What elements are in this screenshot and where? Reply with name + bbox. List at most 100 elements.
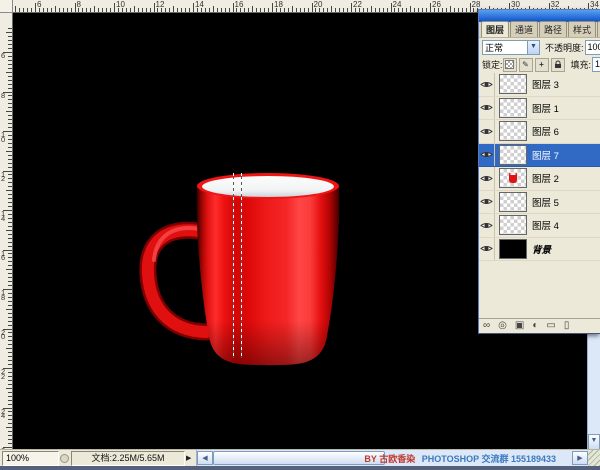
scroll-left-arrow-icon[interactable]: ◀	[197, 451, 213, 465]
layer-thumbnail[interactable]	[499, 192, 527, 212]
layer-thumbnail[interactable]	[499, 74, 527, 94]
ruler-tick	[296, 8, 297, 12]
layer-row[interactable]: 图层 7	[479, 144, 600, 168]
ruler-tick	[146, 8, 147, 12]
ruler-tick	[422, 8, 423, 12]
layer-thumbnail[interactable]	[499, 98, 527, 118]
visibility-toggle[interactable]	[479, 238, 495, 261]
layer-row[interactable]: 图层 1	[479, 97, 600, 121]
ruler-tick	[189, 8, 190, 12]
layer-row[interactable]: 图层 4	[479, 214, 600, 238]
layer-thumbnail[interactable]	[499, 168, 527, 188]
scroll-down-arrow-icon[interactable]: ▼	[588, 434, 600, 450]
tab-通道[interactable]: 通道	[510, 21, 538, 37]
layer-name: 图层 6	[532, 124, 559, 138]
lock-position-icon[interactable]: +	[535, 58, 549, 72]
status-circle-icon	[60, 454, 69, 463]
ruler-tick	[8, 119, 12, 120]
document-size-info: 文档:2.25M/5.65M	[71, 451, 185, 466]
ruler-tick	[8, 202, 12, 203]
ruler-tick	[8, 115, 12, 116]
ruler-tick	[225, 8, 226, 12]
ruler-tick	[67, 8, 68, 12]
eye-icon	[480, 80, 493, 89]
ruler-tick	[406, 8, 407, 12]
visibility-toggle[interactable]	[479, 144, 495, 167]
fill-value-field[interactable]: 100	[592, 57, 600, 72]
ruler-tick	[6, 230, 12, 231]
visibility-toggle[interactable]	[479, 191, 495, 214]
ruler-tick	[59, 8, 60, 12]
lock-label: 锁定:	[482, 58, 503, 71]
layer-thumbnail[interactable]	[499, 121, 527, 141]
layer-row[interactable]: 背景	[479, 238, 600, 262]
ruler-tick	[6, 190, 12, 191]
ruler-tick	[8, 242, 12, 243]
lock-transparency-icon[interactable]	[503, 58, 517, 72]
ruler-tick	[430, 3, 431, 12]
ruler-tick	[8, 226, 12, 227]
layer-row[interactable]: 图层 6	[479, 120, 600, 144]
ruler-tick	[256, 8, 257, 12]
visibility-toggle[interactable]	[479, 73, 495, 96]
ruler-tick	[51, 8, 52, 12]
ruler-tick	[268, 8, 269, 12]
eye-icon	[480, 150, 493, 159]
ruler-tick	[8, 135, 12, 136]
ruler-tick	[363, 8, 364, 12]
tab-图层[interactable]: 图层	[481, 21, 509, 37]
ruler-tick	[339, 8, 340, 12]
blend-mode-select[interactable]: 正常 ▼	[482, 40, 540, 55]
ruler-tick	[462, 8, 463, 12]
zoom-level-field[interactable]: 100%	[2, 451, 59, 466]
opacity-value-field[interactable]: 100	[585, 40, 600, 55]
layer-thumbnail[interactable]	[499, 239, 527, 259]
layer-row[interactable]: 图层 2	[479, 167, 600, 191]
ruler-tick	[71, 8, 72, 12]
visibility-toggle[interactable]	[479, 214, 495, 237]
layer-style-icon[interactable]: ◎	[498, 320, 507, 332]
layer-thumbnail[interactable]	[499, 145, 527, 165]
ruler-tick	[244, 8, 245, 12]
horizontal-scrollbar[interactable]: ◀ BY 古欧香染 PHOTOSHOP 交流群 155189433 ▶	[196, 450, 588, 466]
layer-name: 图层 5	[532, 195, 559, 209]
ruler-tick	[35, 3, 36, 12]
ruler-tick	[8, 439, 12, 440]
visibility-toggle[interactable]	[479, 120, 495, 143]
ruler-tick	[260, 8, 261, 12]
tab-路径[interactable]: 路径	[539, 21, 567, 37]
visibility-toggle[interactable]	[479, 167, 495, 190]
new-group-icon[interactable]: ▭	[546, 320, 555, 332]
adjustment-layer-icon[interactable]: ◐	[532, 320, 538, 332]
resize-grip[interactable]	[588, 450, 600, 466]
ruler-tick	[8, 372, 12, 373]
lock-all-icon[interactable]	[551, 58, 565, 72]
layer-list: 图层 3图层 1 图层 6 图层 7图层 2 图层 5 图层 4背景	[479, 73, 600, 261]
watermark-text: BY 古欧香染 PHOTOSHOP 交流群 155189433	[364, 452, 556, 465]
photoshop-workspace: 6810121416182022242628303234 68101214161…	[0, 0, 600, 470]
chevron-down-icon[interactable]: ▼	[527, 41, 539, 54]
link-icon[interactable]: ∞	[483, 320, 490, 332]
lock-paint-icon[interactable]: ✎	[519, 58, 533, 72]
ruler-tick	[193, 3, 194, 12]
ruler-tick	[229, 8, 230, 12]
horizontal-scrollbar-thumb[interactable]	[213, 451, 385, 465]
ruler-tick	[221, 8, 222, 12]
status-menu-arrow-icon[interactable]: ▶	[186, 454, 191, 462]
ruler-tick	[8, 206, 12, 207]
ruler-tick	[8, 435, 12, 436]
ruler-tick	[27, 8, 28, 12]
layer-thumbnail[interactable]	[499, 215, 527, 235]
layer-row[interactable]: 图层 5	[479, 191, 600, 215]
eye-icon	[480, 197, 493, 206]
new-layer-icon[interactable]: ▯	[564, 320, 570, 332]
scroll-right-arrow-icon[interactable]: ▶	[572, 451, 588, 465]
layer-row[interactable]: 图层 3	[479, 73, 600, 97]
ruler-number: 12	[156, 1, 165, 9]
layer-mask-icon[interactable]: ▣	[515, 320, 524, 332]
visibility-toggle[interactable]	[479, 97, 495, 120]
ruler-tick	[371, 6, 372, 12]
ruler-tick	[114, 3, 115, 12]
ruler-tick	[142, 8, 143, 12]
tab-样式[interactable]: 样式	[568, 21, 596, 37]
